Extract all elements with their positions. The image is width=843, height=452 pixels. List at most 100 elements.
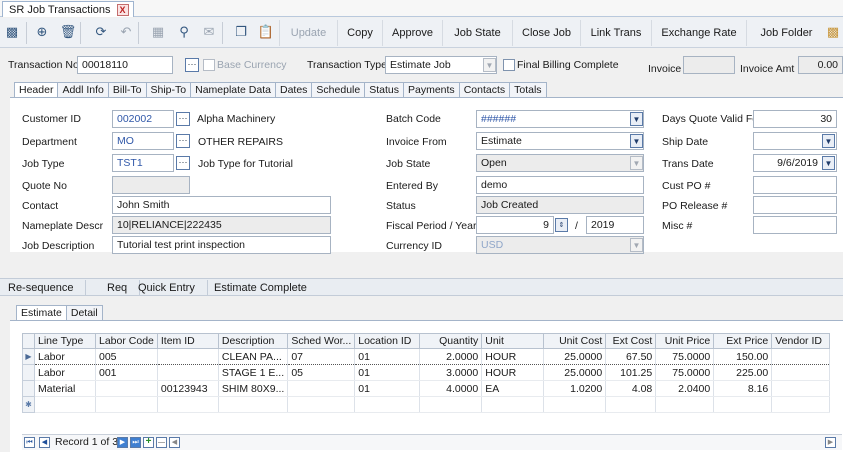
table-cell[interactable]: CLEAN PA... bbox=[218, 348, 289, 365]
customer-id-field[interactable]: 002002 bbox=[112, 110, 174, 128]
table-cell[interactable]: EA bbox=[481, 380, 545, 397]
table-cell[interactable]: 07 bbox=[287, 348, 356, 365]
column-header[interactable]: Description bbox=[217, 333, 289, 349]
first-record-icon[interactable]: ⏮ bbox=[24, 437, 35, 448]
column-header[interactable]: Unit Price bbox=[655, 333, 715, 349]
column-header[interactable]: Sched Wor... bbox=[287, 333, 356, 349]
column-header[interactable]: Unit bbox=[481, 333, 545, 349]
tab-contacts[interactable]: Contacts bbox=[459, 82, 511, 98]
table-cell[interactable]: 00123943 bbox=[157, 380, 219, 397]
tab-totals[interactable]: Totals bbox=[510, 82, 547, 98]
job-state-button[interactable]: Job State bbox=[442, 20, 512, 46]
tab-payments[interactable]: Payments bbox=[404, 82, 460, 98]
job-type-lookup-icon[interactable]: ··· bbox=[176, 156, 190, 170]
paste-icon[interactable]: 📋 bbox=[258, 24, 274, 40]
days-quote-valid-field[interactable]: 30 bbox=[753, 110, 837, 128]
copy-button[interactable]: Copy bbox=[337, 20, 382, 46]
table-cell[interactable]: 150.00 bbox=[713, 348, 773, 365]
fiscal-period-field[interactable]: 9 bbox=[476, 216, 554, 234]
print-preview-icon[interactable]: ▦ bbox=[150, 24, 166, 40]
table-cell[interactable] bbox=[771, 364, 831, 381]
table-cell[interactable]: Labor bbox=[34, 364, 96, 381]
chevron-down-icon[interactable]: ▼ bbox=[483, 58, 496, 72]
table-cell[interactable] bbox=[95, 380, 158, 397]
transaction-no-field[interactable]: 00018110 bbox=[77, 56, 173, 74]
tab-status[interactable]: Status bbox=[365, 82, 404, 98]
table-cell[interactable]: 25.0000 bbox=[543, 348, 607, 365]
table-cell[interactable]: 75.0000 bbox=[655, 364, 715, 381]
quick-entry-button[interactable]: Quick Entry bbox=[126, 280, 208, 296]
table-cell[interactable]: 101.25 bbox=[605, 364, 657, 381]
table-cell[interactable] bbox=[157, 364, 219, 381]
department-field[interactable]: MO bbox=[112, 132, 174, 150]
table-cell[interactable]: 8.16 bbox=[713, 380, 773, 397]
estimate-complete-button[interactable]: Estimate Complete bbox=[202, 280, 319, 296]
final-billing-checkbox[interactable] bbox=[503, 59, 515, 71]
contact-field[interactable]: John Smith bbox=[112, 196, 331, 214]
table-cell[interactable]: 67.50 bbox=[605, 348, 657, 365]
invoice-from-select[interactable]: Estimate bbox=[476, 132, 644, 150]
previous-record-icon[interactable]: ◀ bbox=[39, 437, 50, 448]
column-header[interactable]: Line Type bbox=[34, 333, 96, 349]
email-icon[interactable]: ✉ bbox=[201, 24, 217, 40]
tab-header[interactable]: Header bbox=[14, 82, 59, 98]
refresh-icon[interactable]: ⟳ bbox=[93, 24, 109, 40]
new-row[interactable]: ✱ bbox=[22, 396, 831, 413]
table-cell[interactable] bbox=[771, 348, 831, 365]
fiscal-year-field[interactable]: 2019 bbox=[586, 216, 644, 234]
column-header[interactable]: Item ID bbox=[156, 333, 219, 349]
close-job-button[interactable]: Close Job bbox=[512, 20, 580, 46]
table-cell[interactable]: 2.0000 bbox=[419, 348, 483, 365]
resequence-button[interactable]: Re-sequence bbox=[0, 280, 87, 296]
tab-detail[interactable]: Detail bbox=[66, 305, 103, 321]
table-cell[interactable]: 01 bbox=[354, 364, 421, 381]
tab-bill-to[interactable]: Bill-To bbox=[108, 82, 147, 98]
tab-dates[interactable]: Dates bbox=[275, 82, 313, 98]
folder-icon[interactable]: ▩ bbox=[825, 24, 841, 40]
customer-lookup-icon[interactable]: ··· bbox=[176, 112, 190, 126]
delete-icon[interactable]: 🗑 bbox=[60, 24, 77, 40]
table-cell[interactable]: 75.0000 bbox=[655, 348, 715, 365]
table-cell[interactable]: 4.0000 bbox=[419, 380, 483, 397]
scroll-left-icon[interactable]: ◀ bbox=[169, 437, 180, 448]
column-header[interactable]: Ext Price bbox=[713, 333, 773, 349]
job-type-field[interactable]: TST1 bbox=[112, 154, 174, 172]
save-icon[interactable]: ▩ bbox=[4, 24, 20, 40]
tab-nameplate-data[interactable]: Nameplate Data bbox=[191, 82, 276, 98]
po-release-field[interactable] bbox=[753, 196, 837, 214]
chevron-down-icon[interactable]: ▼ bbox=[630, 134, 643, 148]
transaction-type-select[interactable]: Estimate Job bbox=[385, 56, 497, 74]
table-row[interactable]: ▶ Labor 005 CLEAN PA... 07 01 2.0000 HOU… bbox=[22, 348, 831, 365]
entered-by-field[interactable]: demo bbox=[476, 176, 644, 194]
table-row[interactable]: Material 00123943 SHIM 80X9... 01 4.0000… bbox=[22, 380, 831, 397]
stepper-icon[interactable]: ⇕ bbox=[555, 218, 568, 232]
table-cell[interactable]: 1.0200 bbox=[543, 380, 607, 397]
chevron-down-icon[interactable]: ▼ bbox=[822, 156, 835, 170]
job-description-field[interactable]: Tutorial test print inspection bbox=[112, 236, 331, 254]
transaction-lookup-icon[interactable]: ··· bbox=[185, 58, 199, 72]
column-header[interactable]: Location ID bbox=[354, 333, 421, 349]
tab-estimate[interactable]: Estimate bbox=[16, 305, 67, 321]
column-header[interactable]: Labor Code bbox=[95, 333, 158, 349]
table-cell[interactable] bbox=[771, 380, 831, 397]
last-record-icon[interactable]: ⏭ bbox=[130, 437, 141, 448]
scroll-right-icon[interactable]: ▶ bbox=[825, 437, 836, 448]
table-cell[interactable]: STAGE 1 E... bbox=[218, 364, 289, 381]
undo-icon[interactable]: ↶ bbox=[118, 24, 134, 40]
table-cell[interactable]: 25.0000 bbox=[543, 364, 607, 381]
table-cell[interactable]: 4.08 bbox=[605, 380, 657, 397]
job-folder-button[interactable]: Job Folder bbox=[746, 20, 826, 46]
table-cell[interactable]: HOUR bbox=[481, 348, 545, 365]
remove-record-icon[interactable]: — bbox=[156, 437, 167, 448]
update-button[interactable]: Update bbox=[279, 20, 337, 46]
department-lookup-icon[interactable]: ··· bbox=[176, 134, 190, 148]
table-cell[interactable] bbox=[157, 348, 219, 365]
table-cell[interactable]: 01 bbox=[354, 348, 421, 365]
add-icon[interactable]: ⊕ bbox=[34, 24, 50, 40]
batch-code-select[interactable]: ###### bbox=[476, 110, 644, 128]
tab-addl-info[interactable]: Addl Info bbox=[58, 82, 109, 98]
next-record-icon[interactable]: ▶ bbox=[117, 437, 128, 448]
table-cell[interactable]: SHIM 80X9... bbox=[218, 380, 289, 397]
add-record-icon[interactable]: + bbox=[143, 437, 154, 448]
cust-po-field[interactable] bbox=[753, 176, 837, 194]
